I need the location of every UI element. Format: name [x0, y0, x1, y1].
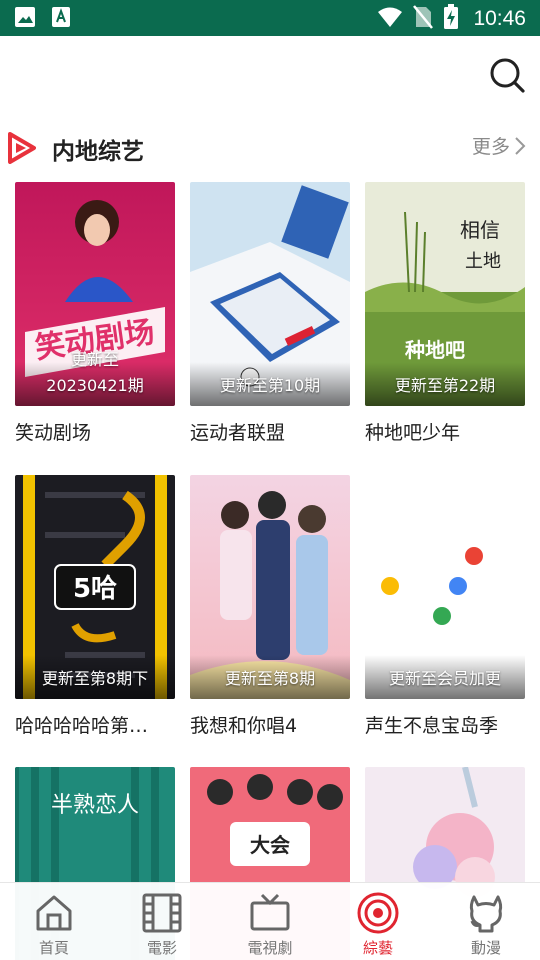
- show-title: 运动者联盟: [190, 422, 286, 444]
- nav-label: 電影: [146, 939, 177, 957]
- tv-icon: [250, 893, 290, 931]
- nav-label: 首頁: [38, 939, 69, 957]
- show-card[interactable]: 5哈 更新至第8期下 哈哈哈哈哈第…: [15, 475, 175, 738]
- svg-text:大会: 大会: [250, 833, 290, 857]
- svg-text:5哈: 5哈: [73, 574, 117, 604]
- poster: 更新至第8期: [190, 475, 350, 699]
- svg-text:土地: 土地: [465, 251, 501, 272]
- play-triangle-icon: [8, 132, 36, 164]
- show-title: 种地吧少年: [365, 422, 461, 444]
- update-badge: 更新至第10期: [219, 376, 321, 395]
- section-header: 内地综艺 更多: [0, 124, 540, 172]
- show-card[interactable]: 更新至会员加更 声生不息宝岛季: [365, 475, 525, 738]
- show-title: 声生不息宝岛季: [365, 715, 499, 737]
- battery-charging-icon: [443, 4, 459, 34]
- update-badge: 更新至第22期: [394, 376, 496, 395]
- nav-tv[interactable]: 電視劇: [216, 883, 324, 960]
- bottom-nav: 首頁 電影 電視劇 綜藝 動漫: [0, 882, 540, 960]
- update-badge-top: 更新至: [70, 350, 119, 369]
- show-card[interactable]: 相信 土地 种地吧 更新至第22期 种地吧少年: [365, 182, 525, 445]
- svg-text:半熟恋人: 半熟恋人: [51, 793, 139, 818]
- poster: 相信 土地 种地吧 更新至第22期: [365, 182, 525, 406]
- nav-label: 綜藝: [362, 939, 393, 957]
- show-title: 笑动剧场: [15, 422, 92, 444]
- show-title: 哈哈哈哈哈第…: [15, 715, 149, 737]
- nav-home[interactable]: 首頁: [0, 883, 108, 960]
- clock: 10:46: [473, 7, 526, 30]
- more-label: 更多: [471, 136, 510, 158]
- update-badge: 更新至第8期: [224, 669, 316, 688]
- svg-text:相信: 相信: [460, 218, 500, 242]
- app-header: [0, 36, 540, 124]
- nav-label: 電視劇: [247, 939, 293, 957]
- show-title: 我想和你唱4: [190, 715, 298, 737]
- target-icon: [357, 892, 399, 934]
- wifi-icon: [377, 6, 403, 32]
- chevron-right-icon: [515, 136, 526, 155]
- show-card[interactable]: 更新至第10期 运动者联盟: [190, 182, 350, 445]
- section-title: 内地综艺: [52, 139, 144, 165]
- update-badge: 更新至第8期下: [41, 669, 149, 688]
- search-button[interactable]: [488, 56, 526, 94]
- nav-variety[interactable]: 綜藝: [324, 883, 432, 960]
- nav-anime[interactable]: 動漫: [432, 883, 540, 960]
- status-bar: 10:46: [0, 0, 540, 36]
- film-icon: [142, 893, 182, 933]
- update-badge: 更新至会员加更: [388, 669, 501, 688]
- a-icon: [50, 6, 72, 32]
- search-icon: [490, 58, 525, 93]
- poster: 笑动剧场 更新至 20230421期: [15, 182, 175, 406]
- home-icon: [36, 895, 72, 931]
- poster: 更新至会员加更: [365, 475, 525, 699]
- more-link[interactable]: 更多: [472, 132, 526, 159]
- no-sim-icon: [413, 5, 434, 33]
- image-icon: [14, 6, 36, 32]
- svg-text:种地吧: 种地吧: [404, 338, 465, 362]
- nav-movies[interactable]: 電影: [108, 883, 216, 960]
- show-card[interactable]: 更新至第8期 我想和你唱4: [190, 475, 350, 738]
- show-card[interactable]: 笑动剧场 更新至 20230421期 笑动剧场: [15, 182, 175, 445]
- nav-label: 動漫: [470, 939, 501, 957]
- update-badge: 20230421期: [46, 376, 144, 395]
- poster: 5哈 更新至第8期下: [15, 475, 175, 699]
- poster: 更新至第10期: [190, 182, 350, 406]
- github-cat-icon: [469, 895, 503, 933]
- logo-placeholder: [30, 48, 248, 114]
